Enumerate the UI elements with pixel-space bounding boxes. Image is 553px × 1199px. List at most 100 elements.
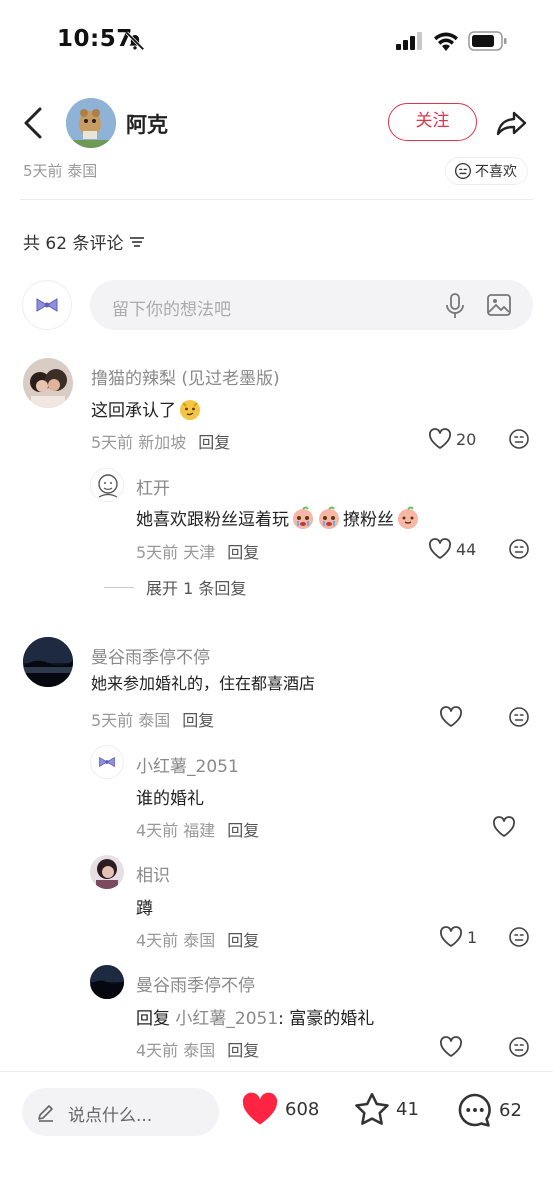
comment-author[interactable]: 撸猫的辣梨 (见过老墨版) (91, 364, 280, 389)
avatar[interactable] (90, 965, 124, 999)
like-button[interactable]: 44 (428, 538, 476, 560)
comment-input-placeholder: 留下你的想法吧 (112, 300, 231, 320)
comment-author[interactable]: 小红薯_2051 (136, 752, 239, 777)
comment-meta: 5天前 泰国 回复 (91, 707, 214, 731)
wifi-icon (434, 32, 458, 51)
follow-button[interactable]: 关注 (388, 103, 477, 141)
like-button[interactable] (492, 816, 516, 838)
pencil-icon (38, 1105, 53, 1122)
author-name[interactable]: 阿克 (126, 109, 168, 139)
post-like-count: 608 (285, 1098, 320, 1120)
like-button[interactable] (439, 706, 463, 728)
status-time: 10:57 (57, 26, 133, 52)
smirk-emoji-icon (180, 399, 200, 420)
say-something-input[interactable]: 说点什么... (22, 1088, 219, 1136)
post-comment-count: 62 (499, 1099, 522, 1121)
reply-button[interactable]: 回复 (227, 931, 259, 950)
avatar[interactable] (90, 855, 124, 889)
comment-time-location: 4天前 福建 (136, 821, 216, 840)
comment-time-location: 5天前 新加坡 (91, 433, 187, 452)
comment-time-location: 5天前 泰国 (91, 711, 171, 730)
comment-text: 回复 小红薯_2051: 富豪的婚礼 (136, 1004, 374, 1029)
microphone-icon[interactable] (444, 293, 466, 319)
dislike-face-icon[interactable] (508, 428, 530, 450)
like-count: 44 (456, 539, 477, 559)
dislike-face-icon[interactable] (508, 538, 530, 560)
comment-text: 她来参加婚礼的，住在都喜酒店 (91, 674, 316, 693)
comment-bubble-icon (458, 1093, 491, 1127)
reply-button[interactable]: 回复 (198, 433, 230, 452)
dislike-face-icon[interactable] (508, 926, 530, 948)
status-bar: 10:57 (0, 0, 553, 80)
neutral-face-icon (454, 162, 472, 180)
comment-author[interactable]: 曼谷雨季停不停 (136, 971, 255, 996)
like-post-button[interactable]: 608 (241, 1092, 319, 1126)
like-button[interactable]: 1 (439, 926, 477, 948)
heart-filled-icon (242, 1092, 278, 1125)
dislike-button[interactable]: 不喜欢 (445, 157, 528, 185)
author-avatar[interactable] (66, 98, 116, 148)
comment-input[interactable]: 留下你的想法吧 (90, 280, 533, 330)
bottom-bar: 说点什么... 608 41 62 (0, 1071, 553, 1199)
comment-text-content: 她喜欢跟粉丝逗着玩 (136, 510, 289, 530)
like-count: 20 (456, 429, 477, 449)
divider (104, 586, 134, 588)
comment-text: 蹲 (136, 899, 153, 919)
comment-text: 谁的婚礼 (136, 789, 204, 809)
comment-meta: 5天前 新加坡 回复 (91, 429, 230, 453)
comment-text-content: : 富豪的婚礼 (278, 1009, 375, 1029)
comment-meta: 4天前 福建 回复 (136, 817, 259, 841)
cellular-signal-icon (396, 32, 422, 50)
crying-peach-emoji-icon (319, 506, 339, 529)
comment-count: 共 62 条评论 (23, 234, 124, 254)
bow-icon (99, 756, 115, 768)
avatar[interactable] (90, 468, 124, 502)
heart-outline-icon (493, 816, 515, 837)
sort-icon[interactable] (129, 235, 145, 249)
comment-meta: 5天前 天津 回复 (136, 539, 259, 563)
comment-count-row[interactable]: 共 62 条评论 (23, 229, 145, 254)
battery-icon (468, 31, 507, 51)
comment-time-location: 5天前 天津 (136, 543, 216, 562)
reply-button[interactable]: 回复 (227, 1041, 259, 1060)
heart-outline-icon (440, 926, 462, 947)
heart-outline-icon (440, 706, 462, 727)
expand-replies-label: 展开 1 条回复 (146, 579, 247, 598)
reply-button[interactable]: 回复 (227, 543, 259, 562)
back-arrow-icon[interactable] (20, 105, 48, 141)
reply-to-user[interactable]: 小红薯_2051 (175, 1009, 278, 1029)
dislike-face-icon[interactable] (508, 706, 530, 728)
comment-text: 她喜欢跟粉丝逗着玩 撩粉丝 (136, 505, 420, 530)
comment-author[interactable]: 相识 (136, 861, 170, 886)
comment-meta: 4天前 泰国 回复 (136, 927, 259, 951)
comments-button[interactable]: 62 (457, 1092, 522, 1128)
favorite-button[interactable]: 41 (354, 1092, 419, 1126)
heart-outline-icon (429, 428, 451, 449)
like-button[interactable] (439, 1036, 463, 1058)
like-button[interactable]: 20 (428, 428, 476, 450)
reply-button[interactable]: 回复 (227, 821, 259, 840)
heart-outline-icon (440, 1036, 462, 1057)
comment-author[interactable]: 杠开 (136, 474, 170, 499)
avatar[interactable] (90, 745, 124, 779)
peach-emoji-icon (398, 506, 418, 529)
image-icon[interactable] (487, 294, 511, 316)
avatar[interactable] (23, 358, 73, 408)
comment-author[interactable]: 曼谷雨季停不停 (91, 643, 210, 668)
dislike-label: 不喜欢 (475, 164, 517, 180)
expand-replies-button[interactable]: 展开 1 条回复 (104, 575, 246, 599)
comment-time-location: 4天前 泰国 (136, 1041, 216, 1060)
comment-text: 这回承认了 (91, 396, 202, 421)
dislike-face-icon[interactable] (508, 1036, 530, 1058)
reply-button[interactable]: 回复 (182, 711, 214, 730)
share-icon[interactable] (495, 106, 529, 140)
comment-text-content: 撩粉丝 (343, 510, 394, 530)
divider (20, 199, 533, 200)
avatar[interactable] (23, 637, 73, 687)
star-icon (355, 1092, 389, 1125)
comment-text-content: 这回承认了 (91, 401, 176, 421)
post-favorite-count: 41 (396, 1098, 419, 1120)
comment-time-location: 4天前 泰国 (136, 931, 216, 950)
post-header: 阿克 关注 (0, 90, 553, 160)
my-avatar[interactable] (22, 280, 72, 330)
